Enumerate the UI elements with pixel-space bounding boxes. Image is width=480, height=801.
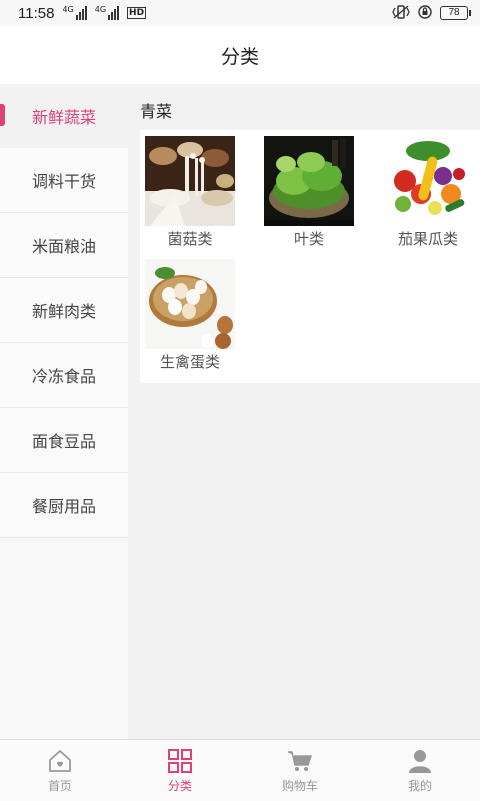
sidebar-item-noodles-tofu[interactable]: 面食豆品 <box>0 408 128 473</box>
cart-icon <box>288 750 312 771</box>
eggs-image <box>145 259 235 349</box>
bottom-tabbar: 首页 分类 购物车 我的 <box>0 739 480 801</box>
tab-label: 分类 <box>167 778 192 793</box>
tab-profile[interactable]: 我的 <box>360 740 480 801</box>
mushroom-image <box>145 136 235 226</box>
sidebar-item-label: 新鲜肉类 <box>31 302 96 321</box>
subcategory-label: 生禽蛋类 <box>159 353 220 371</box>
category-content: 青菜 菌菇类 叶类 茄果瓜类 生禽蛋类 <box>128 84 480 739</box>
section-title: 青菜 <box>140 102 173 121</box>
tab-cart[interactable]: 购物车 <box>240 740 360 801</box>
sidebar-item-grains-oils[interactable]: 米面粮油 <box>0 213 128 278</box>
category-sidebar: 新鲜蔬菜 调料干货 米面粮油 新鲜肉类 冷冻食品 面食豆品 餐厨用品 <box>0 84 128 739</box>
sidebar-item-label: 米面粮油 <box>31 237 96 256</box>
tab-label: 我的 <box>407 778 432 793</box>
active-indicator <box>0 104 5 126</box>
user-icon <box>409 749 431 773</box>
vibrate-icon <box>392 4 410 22</box>
category-grid-icon <box>168 748 192 773</box>
subcategory-label: 菌菇类 <box>167 230 213 248</box>
sidebar-item-label: 调料干货 <box>31 172 96 191</box>
network-type-1: 4G <box>62 5 74 14</box>
status-right: 78 <box>392 4 471 22</box>
status-time: 11:58 <box>18 4 55 22</box>
leafy-greens-image <box>264 136 354 226</box>
sidebar-item-fresh-meat[interactable]: 新鲜肉类 <box>0 278 128 343</box>
status-bar: 11:58 4G 4G HD 78 <box>0 0 480 26</box>
subcategory-mushrooms[interactable]: 菌菇类 <box>140 136 240 249</box>
sidebar-item-label: 餐厨用品 <box>31 497 96 516</box>
subcategory-grid: 菌菇类 叶类 茄果瓜类 生禽蛋类 <box>140 130 480 383</box>
sidebar-item-frozen-food[interactable]: 冷冻食品 <box>0 343 128 408</box>
header: 分类 <box>0 26 480 84</box>
battery-icon: 78 <box>440 6 471 20</box>
tab-label: 首页 <box>47 778 72 793</box>
sidebar-item-label: 冷冻食品 <box>31 367 96 386</box>
status-left: 11:58 4G 4G HD <box>18 4 147 22</box>
home-icon <box>49 749 71 772</box>
lock-rotation-icon <box>418 4 432 22</box>
tab-home[interactable]: 首页 <box>0 740 120 801</box>
subcategory-fruit-vegetables[interactable]: 茄果瓜类 <box>378 136 478 249</box>
signal-icon-1: 4G <box>62 5 87 20</box>
network-type-2: 4G <box>94 5 107 14</box>
sidebar-item-label: 新鲜蔬菜 <box>31 108 96 127</box>
sidebar-item-seasonings[interactable]: 调料干货 <box>0 148 128 213</box>
sidebar-item-fresh-vegetables[interactable]: 新鲜蔬菜 <box>0 84 128 148</box>
subcategory-label: 茄果瓜类 <box>397 230 458 248</box>
fruit-vegetables-image <box>383 136 473 226</box>
subcategory-leafy-greens[interactable]: 叶类 <box>259 136 359 249</box>
page-title: 分类 <box>220 45 259 68</box>
subcategory-eggs[interactable]: 生禽蛋类 <box>140 259 240 372</box>
hd-badge: HD <box>127 7 147 19</box>
subcategory-label: 叶类 <box>293 230 324 248</box>
tab-category[interactable]: 分类 <box>120 740 240 801</box>
tab-label: 购物车 <box>281 778 318 793</box>
signal-icon-2: 4G <box>94 5 120 20</box>
sidebar-item-kitchenware[interactable]: 餐厨用品 <box>0 473 128 538</box>
sidebar-item-label: 面食豆品 <box>31 432 96 451</box>
